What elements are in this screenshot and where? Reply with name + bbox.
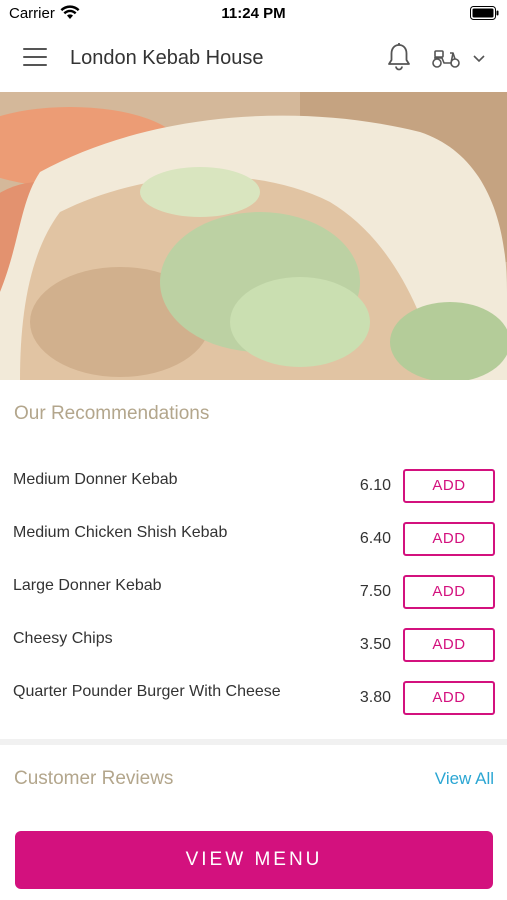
item-price: 3.80: [359, 689, 391, 706]
kebab-image-icon: [0, 92, 507, 380]
item-name: Cheesy Chips: [13, 630, 113, 647]
add-button[interactable]: ADD: [403, 628, 495, 662]
item-price: 6.10: [359, 477, 391, 494]
list-item: Quarter Pounder Burger With Cheese 3.80 …: [0, 667, 507, 720]
add-button[interactable]: ADD: [403, 469, 495, 503]
item-name: Medium Chicken Shish Kebab: [13, 524, 228, 541]
bell-icon[interactable]: [386, 42, 412, 72]
status-time: 11:24 PM: [221, 5, 286, 22]
menu-icon[interactable]: [23, 48, 47, 68]
reviews-title: Customer Reviews: [14, 768, 174, 789]
item-price: 6.40: [359, 530, 391, 547]
recommendations-list: Medium Donner Kebab 6.10 ADD Medium Chic…: [0, 455, 507, 720]
page-title: London Kebab House: [70, 47, 264, 69]
scooter-icon[interactable]: [431, 47, 461, 69]
recommendations-title: Our Recommendations: [14, 403, 210, 424]
add-button[interactable]: ADD: [403, 522, 495, 556]
list-item: Medium Chicken Shish Kebab 6.40 ADD: [0, 508, 507, 561]
section-divider: [0, 739, 507, 745]
item-price: 7.50: [359, 583, 391, 600]
item-name: Large Donner Kebab: [13, 577, 162, 594]
view-menu-button[interactable]: VIEW MENU: [15, 831, 493, 889]
add-button[interactable]: ADD: [403, 681, 495, 715]
list-item: Large Donner Kebab 7.50 ADD: [0, 561, 507, 614]
item-name: Quarter Pounder Burger With Cheese: [13, 683, 281, 700]
list-item: Medium Donner Kebab 6.10 ADD: [0, 455, 507, 508]
status-bar: Carrier 11:24 PM: [0, 0, 507, 26]
chevron-down-icon[interactable]: [472, 54, 486, 64]
app-header: London Kebab House: [0, 26, 507, 92]
view-all-link[interactable]: View All: [435, 769, 494, 789]
item-price: 3.50: [359, 636, 391, 653]
hero-image: [0, 92, 507, 380]
add-button[interactable]: ADD: [403, 575, 495, 609]
battery-icon: [470, 6, 499, 20]
item-name: Medium Donner Kebab: [13, 471, 178, 488]
list-item: Cheesy Chips 3.50 ADD: [0, 614, 507, 667]
